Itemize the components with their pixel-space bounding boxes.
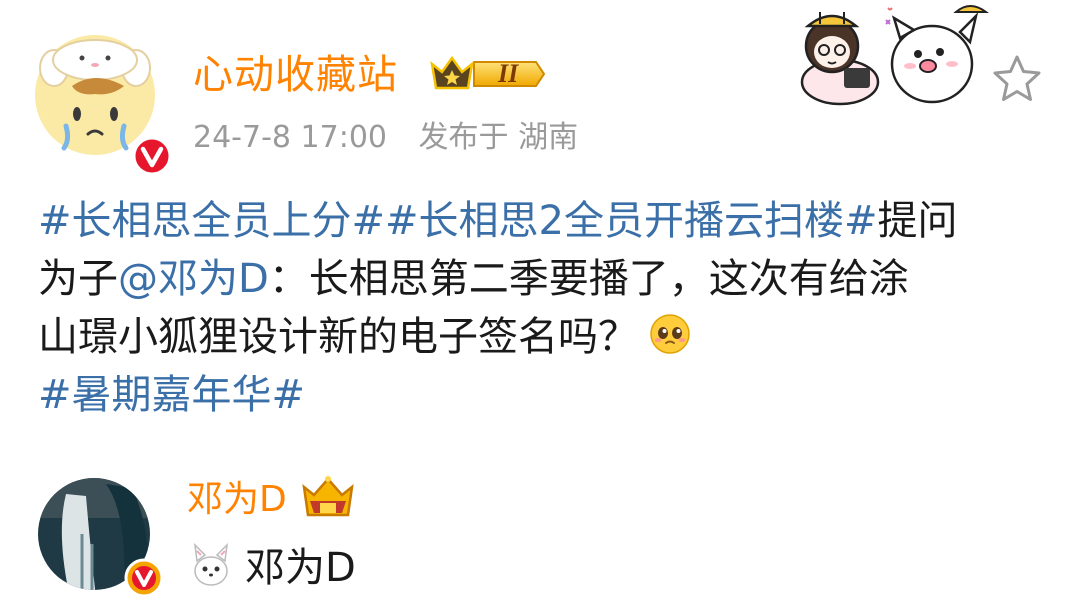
white-fox-sticker-icon bbox=[193, 542, 229, 586]
post-body-line: #暑期嘉年华# bbox=[38, 366, 1058, 424]
verified-badge-icon bbox=[132, 136, 172, 176]
reply-author-name[interactable]: 邓为D bbox=[187, 478, 287, 522]
reply-text: 邓为D bbox=[187, 540, 356, 596]
author-name[interactable]: 心动收藏站 bbox=[193, 52, 398, 98]
crown-level-icon bbox=[430, 55, 546, 90]
post-text: 为子 bbox=[38, 256, 118, 302]
post-text: 提问 bbox=[877, 198, 958, 244]
post-timestamp: 24-7-8 17:00 bbox=[193, 120, 387, 155]
pleading-face-emoji bbox=[650, 314, 690, 354]
reply-content: 邓为D bbox=[245, 545, 356, 591]
hashtag-link[interactable]: #长相思2全员开播云扫楼# bbox=[385, 198, 877, 244]
level-badge[interactable]: II bbox=[428, 54, 546, 94]
star-outline-icon bbox=[993, 55, 1041, 101]
reply-author-avatar[interactable] bbox=[36, 474, 164, 598]
author-avatar[interactable] bbox=[32, 30, 172, 176]
post-body-line: 山璟小狐狸设计新的电子签名吗？ bbox=[38, 308, 1058, 366]
member-crown-badge[interactable] bbox=[300, 475, 356, 521]
hashtag-link[interactable]: #长相思全员上分# bbox=[38, 198, 385, 244]
favorite-star-button[interactable] bbox=[990, 53, 1044, 105]
post-location: 发布于 湖南 bbox=[418, 120, 579, 155]
verified-badge-icon bbox=[124, 558, 164, 598]
post-text: 山璟小狐狸设计新的电子签名吗？ bbox=[38, 314, 638, 360]
post-body-line: #长相思全员上分##长相思2全员开播云扫楼#提问 bbox=[38, 192, 1058, 250]
post-body: #长相思全员上分##长相思2全员开播云扫楼#提问 为子@邓为D：长相思第二季要播了… bbox=[38, 192, 1058, 424]
weibo-post-screen: 心动收藏站 II 24-7-8 17:00 发布于 湖南 #长相思全员上分##长… bbox=[0, 0, 1080, 614]
post-body-line: 为子@邓为D：长相思第二季要播了，这次有给涂 bbox=[38, 250, 1058, 308]
post-meta: 24-7-8 17:00 发布于 湖南 bbox=[193, 120, 578, 156]
level-badge-text: II bbox=[498, 59, 519, 88]
crown-icon bbox=[302, 476, 354, 517]
card-decoration-sticker bbox=[790, 2, 1000, 110]
post-text: ：长相思第二季要播了，这次有给涂 bbox=[268, 256, 909, 302]
mention-link[interactable]: @邓为D bbox=[118, 256, 269, 302]
hashtag-link[interactable]: #暑期嘉年华# bbox=[38, 372, 305, 418]
